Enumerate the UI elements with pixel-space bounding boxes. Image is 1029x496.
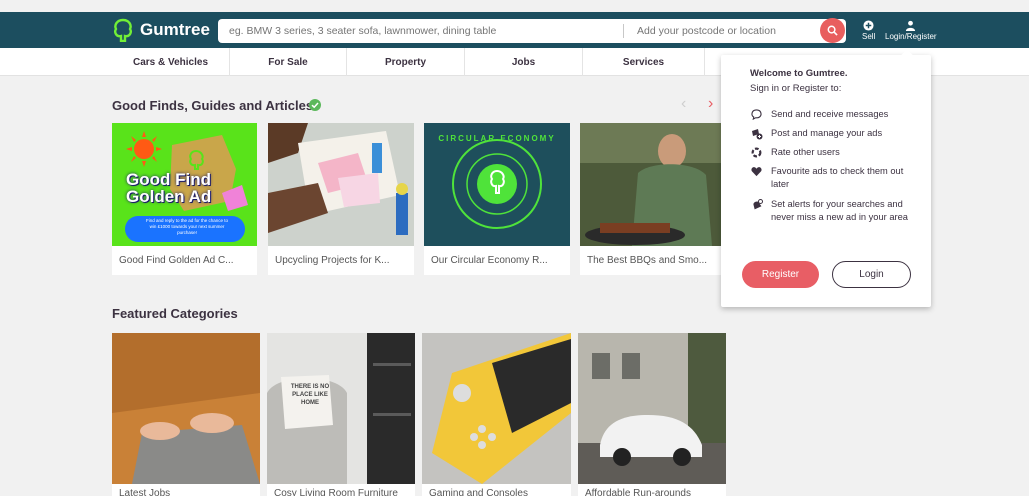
article-card[interactable]: CIRCULAR ECONOMY Our Circular Economy R.… — [424, 123, 570, 275]
card-caption: Gaming and Consoles — [429, 488, 528, 496]
sell-label: Sell — [862, 32, 876, 41]
article-card[interactable]: The Best BBQs and Smo... — [580, 123, 722, 275]
location-input[interactable] — [624, 19, 804, 43]
upcycling-photo — [268, 123, 414, 246]
gumtree-logo[interactable]: Gumtree — [112, 18, 210, 42]
latest-jobs-image — [112, 333, 260, 484]
welcome-popup: Welcome to Gumtree. Sign in or Register … — [721, 49, 931, 307]
living-room-image: THERE IS NO PLACE LIKE HOME — [267, 333, 415, 484]
bbq-photo — [580, 123, 722, 246]
card-caption: Upcycling Projects for K... — [275, 255, 390, 266]
benefit-text: Set alerts for your searches and never m… — [771, 199, 908, 222]
carousel-prev-icon[interactable]: ‹ — [681, 95, 686, 113]
card-caption: Good Find Golden Ad C... — [119, 255, 234, 266]
popup-subtitle: Sign in or Register to: — [750, 83, 842, 94]
popup-benefit: Post and manage your ads — [750, 127, 916, 140]
nav-jobs[interactable]: Jobs — [465, 48, 583, 76]
latest-jobs-photo — [112, 333, 260, 484]
popup-benefit: Set alerts for your searches and never m… — [750, 198, 916, 224]
search-icon — [827, 25, 838, 36]
living-room-photo — [267, 333, 415, 484]
card-caption: Our Circular Economy R... — [431, 255, 548, 266]
rate-users-icon — [751, 147, 762, 158]
carousel-next-icon[interactable]: › — [708, 95, 713, 113]
card-caption: Cosy Living Room Furniture — [274, 488, 398, 496]
featured-categories-title: Featured Categories — [112, 306, 238, 321]
nav-for-sale[interactable]: For Sale — [230, 48, 347, 76]
gaming-console-photo — [422, 333, 571, 484]
golden-ad-heading-line1: Good Find — [126, 170, 211, 189]
category-card[interactable]: Gaming and Consoles — [422, 333, 571, 496]
upcycling-image — [268, 123, 414, 246]
category-card[interactable]: Latest Jobs — [112, 333, 260, 496]
popup-benefit: Favourite ads to check them out later — [750, 165, 916, 191]
benefit-text: Post and manage your ads — [771, 128, 883, 138]
popup-title: Welcome to Gumtree. — [750, 68, 848, 79]
benefit-text: Rate other users — [771, 147, 840, 157]
nav-cars-vehicles[interactable]: Cars & Vehicles — [112, 48, 230, 76]
article-card[interactable]: Upcycling Projects for K... — [268, 123, 414, 275]
circular-economy-image: CIRCULAR ECONOMY — [424, 123, 570, 246]
article-card[interactable]: Good Find Golden Ad Find and reply to th… — [112, 123, 257, 275]
register-button[interactable]: Register — [742, 261, 819, 288]
search-bar — [218, 19, 846, 43]
login-register-button[interactable]: Login/Register — [885, 20, 937, 42]
verified-check-icon — [309, 99, 321, 111]
benefit-text: Send and receive messages — [771, 109, 889, 119]
login-register-label: Login/Register — [885, 32, 937, 41]
white-car-photo — [578, 333, 726, 484]
sell-button[interactable]: Sell — [862, 20, 875, 42]
message-bubble-icon — [751, 109, 762, 120]
top-header: Gumtree Sell Login/Register — [0, 12, 1029, 48]
popup-benefit: Send and receive messages — [750, 108, 916, 121]
good-finds-title: Good Finds, Guides and Articles — [112, 98, 314, 113]
golden-ad-heading-line2: Golden Ad — [126, 187, 212, 206]
good-find-golden-ad-image: Good Find Golden Ad Find and reply to th… — [112, 123, 257, 246]
gaming-consoles-image — [422, 333, 571, 484]
card-caption: The Best BBQs and Smo... — [587, 255, 708, 266]
popup-benefit: Rate other users — [750, 146, 916, 159]
affordable-runarounds-image — [578, 333, 726, 484]
circular-economy-ring-text: CIRCULAR ECONOMY — [438, 134, 556, 143]
card-caption: Affordable Run-arounds — [585, 488, 691, 496]
user-icon — [906, 20, 916, 31]
benefit-text: Favourite ads to check them out later — [771, 166, 904, 189]
post-ad-icon — [751, 129, 762, 140]
category-card[interactable]: THERE IS NO PLACE LIKE HOME Cosy Living … — [267, 333, 415, 496]
search-input[interactable] — [218, 19, 623, 43]
logo-text: Gumtree — [140, 20, 210, 39]
nav-services[interactable]: Services — [583, 48, 705, 76]
gumtree-tree-icon — [114, 18, 132, 42]
golden-ad-heading: Good Find Golden Ad — [126, 171, 211, 205]
plus-circle-icon — [863, 20, 874, 31]
nav-property[interactable]: Property — [347, 48, 465, 76]
card-caption: Latest Jobs — [119, 488, 171, 496]
search-button[interactable] — [820, 18, 845, 43]
login-button[interactable]: Login — [832, 261, 911, 288]
category-card[interactable]: Affordable Run-arounds — [578, 333, 726, 496]
bell-alert-icon — [752, 199, 763, 210]
pillow-text: THERE IS NO PLACE LIKE HOME — [290, 384, 330, 406]
heart-icon — [751, 167, 762, 177]
golden-ad-small-text: Find and reply to the ad for the chance … — [145, 218, 229, 235]
bbq-image — [580, 123, 722, 246]
